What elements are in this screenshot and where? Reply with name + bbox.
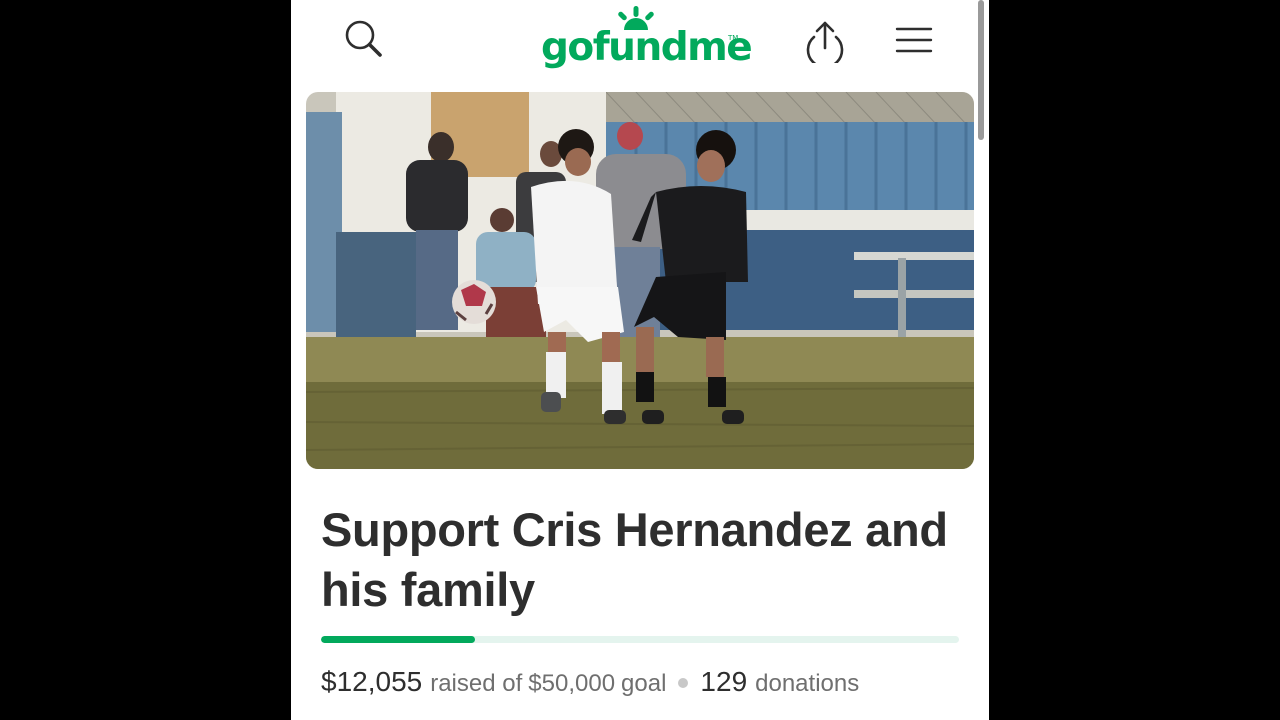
search-icon <box>345 20 382 57</box>
menu-icon <box>895 27 933 53</box>
donations-label: donations <box>755 670 860 697</box>
top-navigation-bar: gofundme TM <box>291 0 989 85</box>
goal-label: goal <box>621 670 667 697</box>
fundraising-progress-bar <box>321 636 959 643</box>
separator-dot <box>678 678 689 688</box>
campaign-title: Support Cris Hernandez and his family <box>321 503 948 616</box>
campaign-hero-photo[interactable] <box>306 92 974 469</box>
fundraising-stats: $12,055 raised of $50,000 goal 129 donat… <box>321 666 859 698</box>
amount-raised: $12,055 <box>321 666 423 697</box>
progress-bar-fill <box>321 636 475 643</box>
search-button[interactable] <box>339 14 389 64</box>
logo-trademark: TM <box>728 34 739 42</box>
logo-wordmark: gofundme <box>541 25 753 70</box>
gofundme-logo[interactable]: gofundme TM <box>539 2 753 78</box>
goal-amount: $50,000 <box>528 670 616 697</box>
share-icon <box>806 21 844 63</box>
share-button[interactable] <box>800 16 850 66</box>
phone-screen: gofundme TM Support Cris Hernandez and h… <box>291 0 989 720</box>
donations-count: 129 <box>700 666 748 697</box>
soccer-match-photo <box>306 92 974 469</box>
page-scrollbar[interactable] <box>978 0 984 140</box>
raised-of-label: raised of <box>430 670 523 697</box>
menu-button[interactable] <box>889 15 939 65</box>
